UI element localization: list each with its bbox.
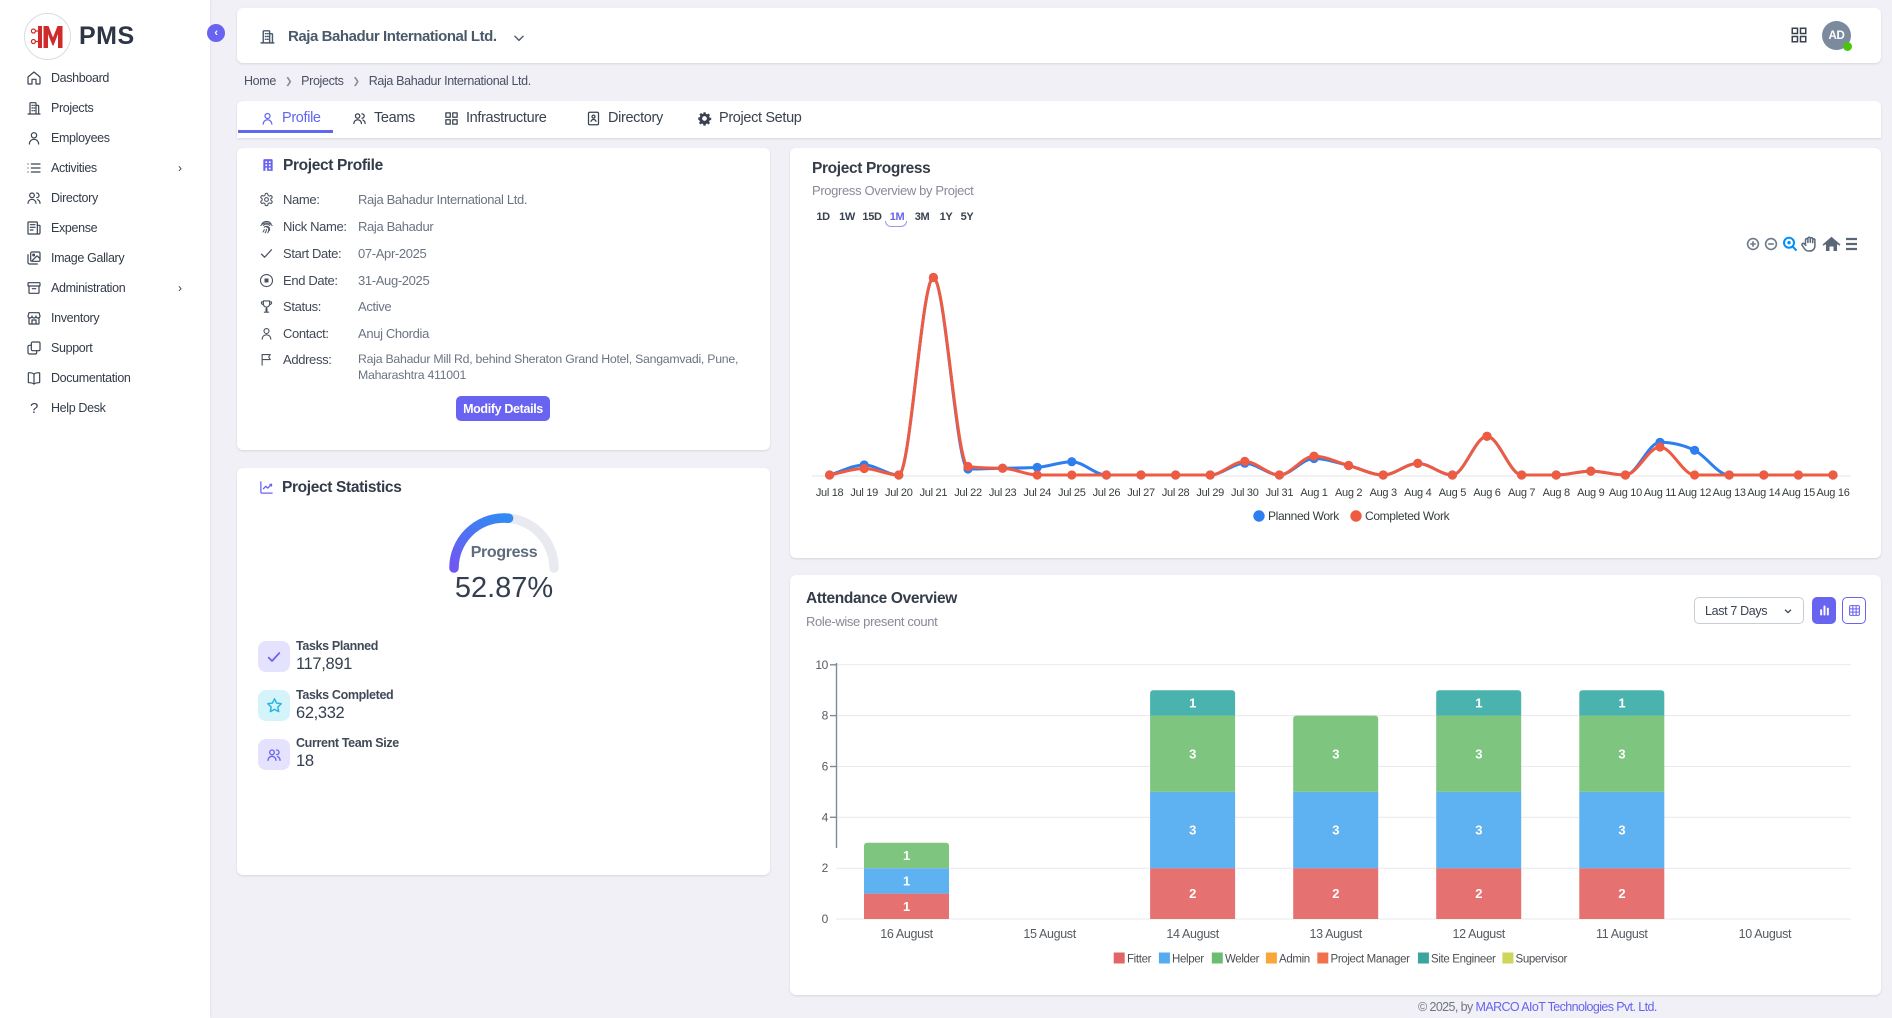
svg-text:1: 1: [1618, 695, 1625, 710]
svg-text:3: 3: [1618, 746, 1625, 761]
svg-text:Jul 30: Jul 30: [1231, 487, 1259, 499]
svg-text:6: 6: [822, 760, 829, 774]
svg-text:Aug 6: Aug 6: [1473, 487, 1500, 499]
svg-text:Aug 12: Aug 12: [1678, 487, 1711, 499]
svg-text:13 August: 13 August: [1309, 927, 1362, 941]
svg-text:3: 3: [1189, 823, 1196, 838]
svg-text:Planned Work: Planned Work: [1268, 509, 1340, 523]
svg-text:3: 3: [1475, 746, 1482, 761]
svg-text:Aug 16: Aug 16: [1816, 487, 1849, 499]
svg-text:Completed Work: Completed Work: [1365, 509, 1451, 523]
svg-text:Jul 19: Jul 19: [850, 487, 878, 499]
svg-text:Aug 15: Aug 15: [1782, 487, 1815, 499]
svg-text:8: 8: [822, 709, 829, 723]
svg-text:Aug 5: Aug 5: [1439, 487, 1466, 499]
svg-text:Jul 25: Jul 25: [1058, 487, 1086, 499]
svg-text:16 August: 16 August: [880, 927, 933, 941]
svg-text:Jul 27: Jul 27: [1127, 487, 1155, 499]
svg-text:Project Manager: Project Manager: [1331, 954, 1411, 966]
svg-text:Supervisor: Supervisor: [1516, 954, 1568, 966]
svg-text:Jul 21: Jul 21: [920, 487, 948, 499]
svg-text:3: 3: [1332, 823, 1339, 838]
svg-text:14 August: 14 August: [1166, 927, 1219, 941]
svg-text:Aug 14: Aug 14: [1747, 487, 1780, 499]
svg-text:Jul 28: Jul 28: [1162, 487, 1190, 499]
svg-text:Fitter: Fitter: [1127, 954, 1152, 966]
svg-text:15 August: 15 August: [1023, 927, 1076, 941]
svg-text:10: 10: [815, 658, 828, 672]
svg-text:Jul 31: Jul 31: [1266, 487, 1294, 499]
svg-text:Aug 9: Aug 9: [1577, 487, 1604, 499]
svg-text:1: 1: [903, 899, 910, 914]
svg-text:Aug 10: Aug 10: [1609, 487, 1642, 499]
svg-text:Aug 3: Aug 3: [1370, 487, 1397, 499]
svg-text:Aug 11: Aug 11: [1644, 487, 1676, 499]
svg-text:2: 2: [1332, 886, 1339, 901]
svg-text:2: 2: [1618, 886, 1625, 901]
svg-text:1: 1: [1475, 695, 1482, 710]
svg-text:1: 1: [903, 873, 910, 888]
svg-text:Jul 26: Jul 26: [1093, 487, 1121, 499]
svg-text:Jul 18: Jul 18: [816, 487, 844, 499]
svg-text:Site Engineer: Site Engineer: [1431, 954, 1496, 966]
svg-text:Aug 4: Aug 4: [1404, 487, 1431, 499]
svg-text:3: 3: [1475, 823, 1482, 838]
svg-text:Aug 1: Aug 1: [1300, 487, 1327, 499]
svg-text:Jul 22: Jul 22: [954, 487, 982, 499]
svg-text:Aug 2: Aug 2: [1335, 487, 1362, 499]
svg-text:Aug 13: Aug 13: [1713, 487, 1746, 499]
svg-text:Jul 29: Jul 29: [1196, 487, 1224, 499]
svg-text:4: 4: [822, 810, 829, 824]
svg-text:Jul 23: Jul 23: [989, 487, 1017, 499]
svg-text:3: 3: [1189, 746, 1196, 761]
svg-text:3: 3: [1332, 746, 1339, 761]
svg-text:Aug 7: Aug 7: [1508, 487, 1535, 499]
svg-text:12 August: 12 August: [1452, 927, 1505, 941]
svg-text:3: 3: [1618, 823, 1625, 838]
svg-text:Aug 8: Aug 8: [1543, 487, 1570, 499]
svg-text:0: 0: [822, 912, 829, 926]
svg-text:11 August: 11 August: [1596, 927, 1648, 941]
svg-text:2: 2: [1189, 886, 1196, 901]
svg-text:Welder: Welder: [1225, 954, 1260, 966]
svg-text:Jul 20: Jul 20: [885, 487, 913, 499]
svg-text:1: 1: [1189, 695, 1196, 710]
svg-text:Helper: Helper: [1172, 954, 1204, 966]
svg-text:10 August: 10 August: [1739, 927, 1792, 941]
svg-text:2: 2: [1475, 886, 1482, 901]
svg-text:2: 2: [822, 861, 829, 875]
svg-text:Jul 24: Jul 24: [1023, 487, 1051, 499]
svg-text:1: 1: [903, 848, 910, 863]
svg-text:Admin: Admin: [1279, 954, 1310, 966]
